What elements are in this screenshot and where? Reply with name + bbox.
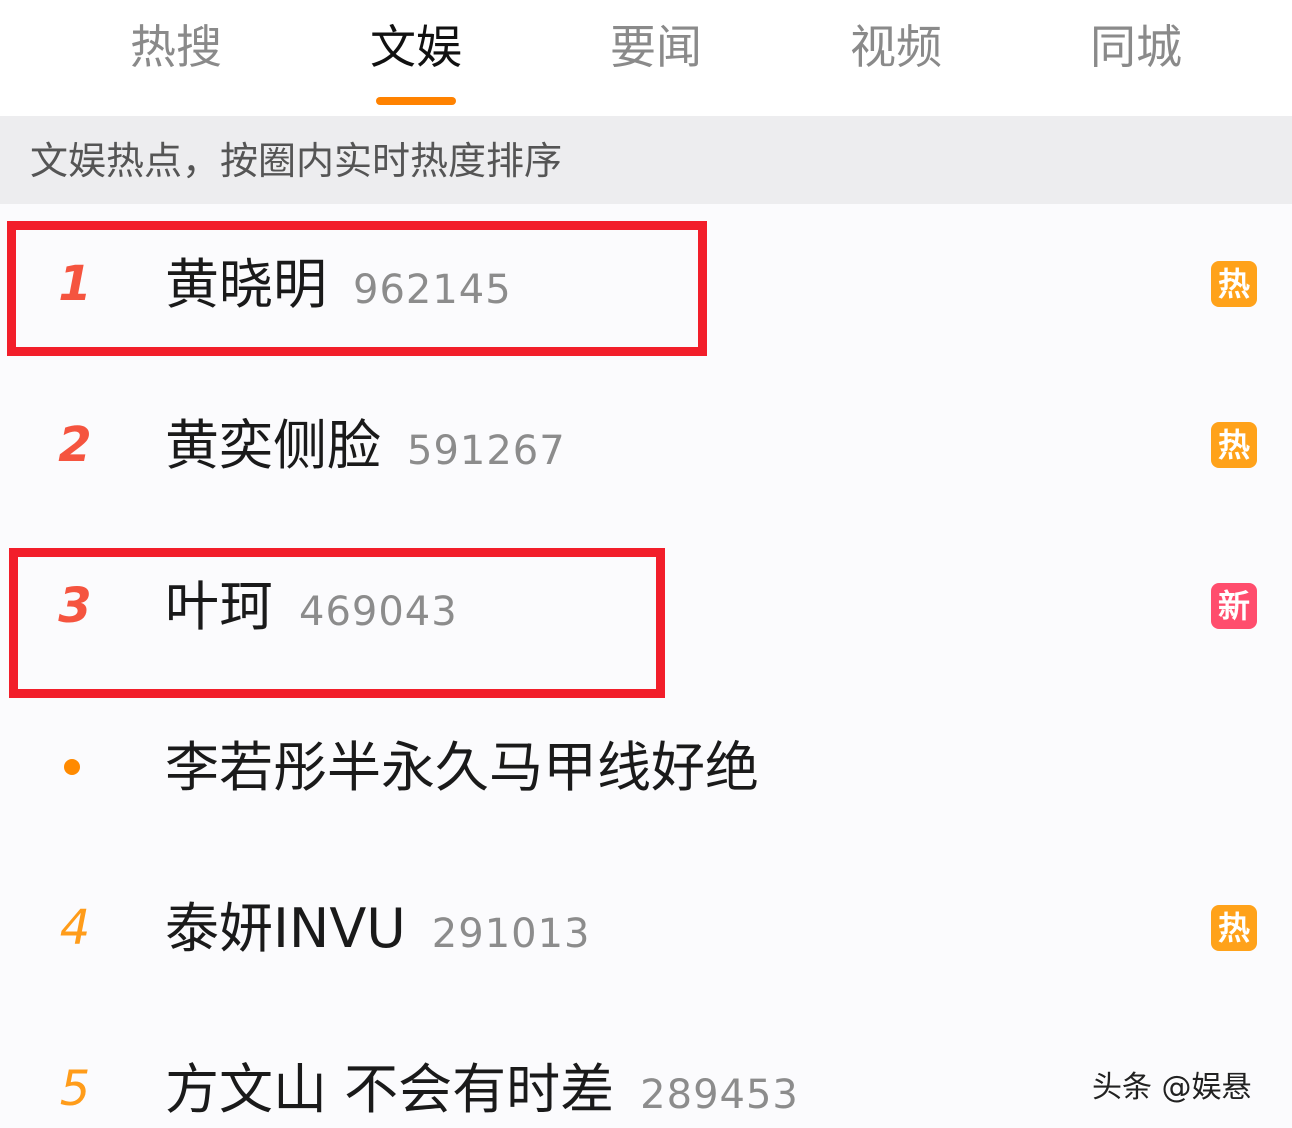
hot-badge: 热 [1211, 905, 1257, 951]
promoted-dot-icon [64, 759, 80, 775]
hot-badge: 热 [1211, 422, 1257, 468]
topic-title: 泰妍INVU 291013 [165, 848, 591, 1009]
list-item[interactable]: 1 黄晓明 962145 热 [0, 204, 1292, 367]
heat-value: 291013 [431, 911, 591, 957]
topic-title-text: 李若彤半永久马甲线好绝 [165, 736, 759, 799]
heat-value: 591267 [407, 428, 566, 474]
tab-video[interactable]: 视频 [796, 14, 996, 84]
rank-number: 5 [59, 1061, 91, 1117]
topic-title: 叶珂 469043 [165, 526, 458, 687]
topic-title: 李若彤半永久马甲线好绝 [165, 687, 759, 848]
tab-bar: 热搜 文娱 要闻 视频 同城 [0, 0, 1292, 116]
rank-number: 4 [59, 900, 91, 956]
hot-search-page: 热搜 文娱 要闻 视频 同城 文娱热点，按圈内实时热度排序 1 黄晓明 96214… [0, 0, 1292, 1128]
rank-number: 1 [58, 256, 92, 312]
topic-title-text: 叶珂 [165, 575, 273, 638]
list-item[interactable]: 4 泰妍INVU 291013 热 [0, 848, 1292, 1011]
tab-local[interactable]: 同城 [1036, 14, 1236, 84]
list-item[interactable]: 李若彤半永久马甲线好绝 [0, 687, 1292, 850]
topic-title-text: 方文山 不会有时差 [165, 1058, 615, 1121]
topic-title-text: 黄晓明 [165, 253, 327, 316]
topic-title: 黄奕侧脸 591267 [165, 365, 566, 526]
topic-title: 黄晓明 962145 [165, 204, 512, 365]
rank-number: 3 [58, 578, 92, 634]
hot-badge: 热 [1211, 261, 1257, 307]
heat-value: 289453 [640, 1072, 799, 1118]
tab-news[interactable]: 要闻 [556, 14, 756, 84]
watermark: 头条 @娱悬 [1092, 1070, 1252, 1105]
ranking-notice: 文娱热点，按圈内实时热度排序 [0, 116, 1292, 204]
tab-entertainment[interactable]: 文娱 [316, 14, 516, 84]
topic-title-text: 泰妍INVU [165, 897, 406, 960]
heat-value: 469043 [299, 589, 458, 635]
list-item[interactable]: 3 叶珂 469043 新 [0, 526, 1292, 689]
topic-title: 方文山 不会有时差 289453 [165, 1009, 799, 1128]
list-item[interactable]: 2 黄奕侧脸 591267 热 [0, 365, 1292, 528]
tab-hot-search[interactable]: 热搜 [76, 14, 276, 84]
heat-value: 962145 [353, 267, 512, 313]
ranking-notice-text: 文娱热点，按圈内实时热度排序 [30, 139, 563, 183]
topic-title-text: 黄奕侧脸 [165, 414, 381, 477]
rank-number: 2 [58, 417, 92, 473]
active-tab-indicator [376, 97, 456, 105]
new-badge: 新 [1211, 583, 1257, 629]
